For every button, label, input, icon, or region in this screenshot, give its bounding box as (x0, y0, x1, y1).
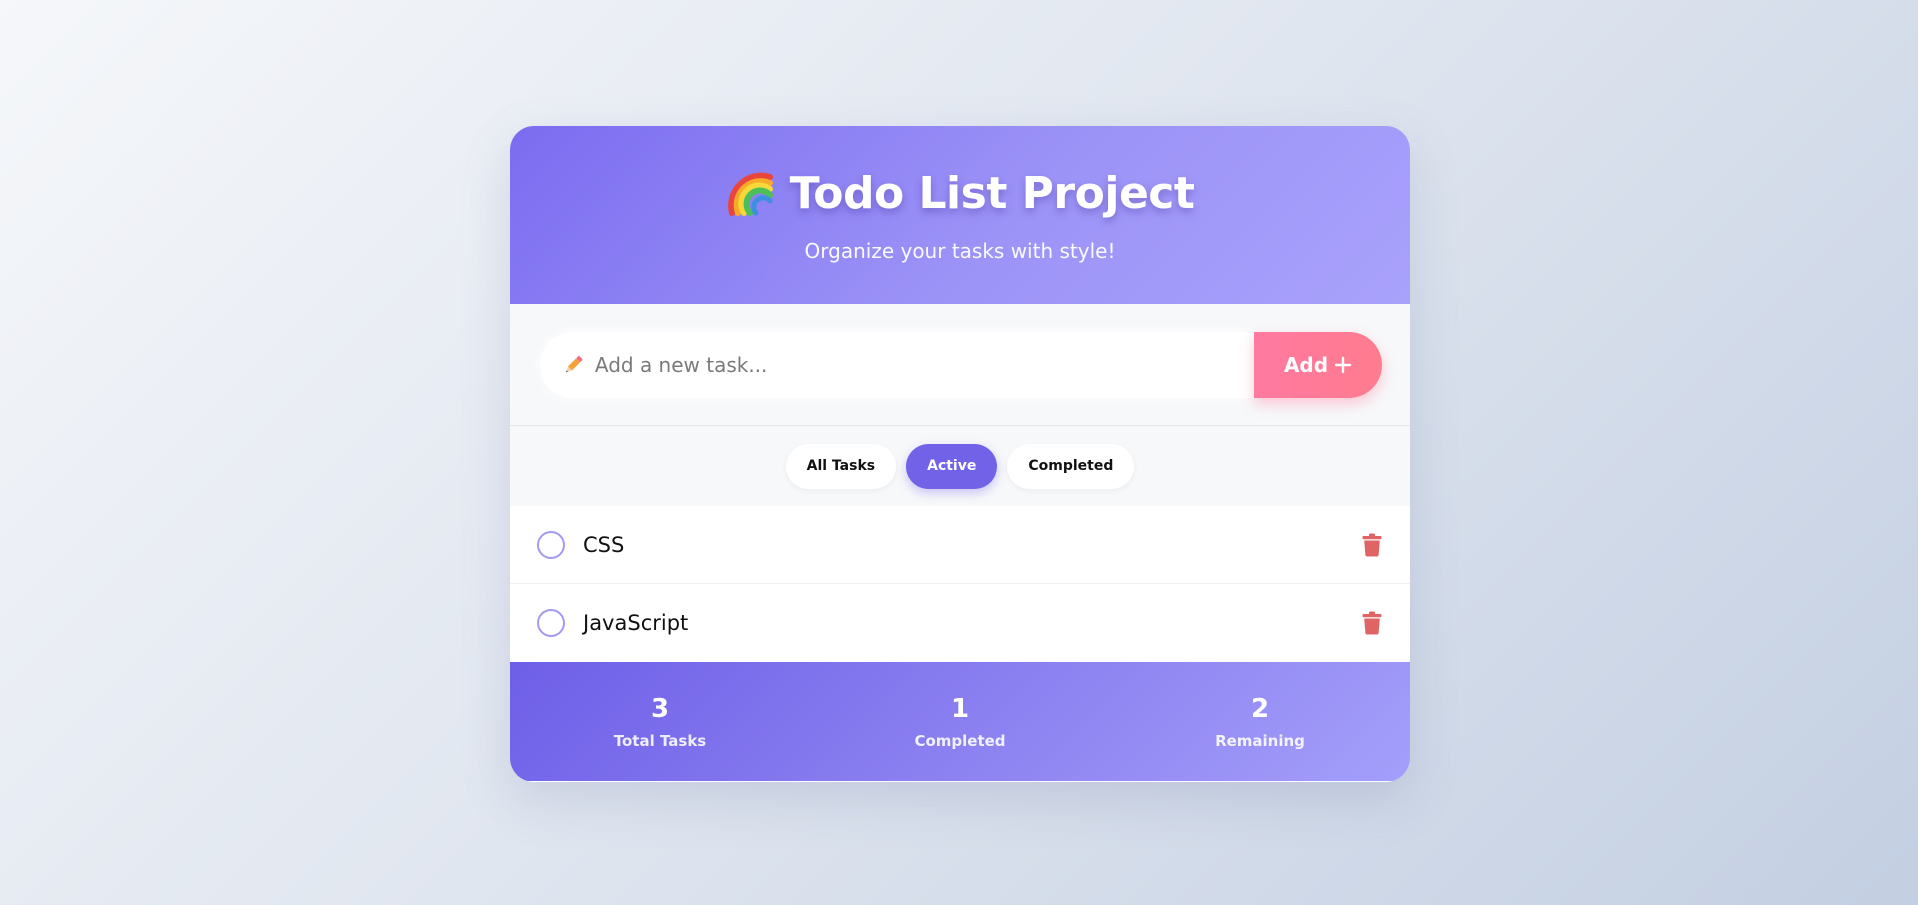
add-button-label: Add (1283, 352, 1329, 377)
stat-label: Remaining (1215, 731, 1305, 750)
title-row: Todo List Project (510, 168, 1410, 219)
app-header: Todo List Project Organize your tasks wi… (510, 126, 1410, 304)
stats-footer: 3 Total Tasks 1 Completed 2 Remaining (510, 662, 1410, 781)
filter-active[interactable]: Active (906, 443, 998, 489)
trash-icon[interactable] (1362, 611, 1382, 635)
stat-value: 1 (950, 693, 970, 724)
new-task-input[interactable] (594, 352, 1254, 377)
page-title: Todo List Project (789, 168, 1195, 219)
todo-card: Todo List Project Organize your tasks wi… (510, 126, 1410, 782)
page-subtitle: Organize your tasks with style! (804, 239, 1116, 263)
task-list: CSS JavaScript (510, 506, 1410, 662)
task-text: CSS (583, 532, 625, 557)
task-row: CSS (510, 506, 1410, 584)
trash-icon[interactable] (1362, 533, 1382, 557)
rainbow-icon (727, 172, 773, 216)
add-task-button[interactable]: Add (1254, 331, 1382, 398)
stat-value: 3 (650, 693, 670, 724)
pencil-icon (566, 355, 583, 372)
stat-label: Completed (914, 731, 1006, 750)
stat-remaining: 2 Remaining (1110, 694, 1410, 750)
add-task-bar: Add (510, 304, 1410, 426)
task-input-wrapper (540, 331, 1254, 398)
task-row: JavaScript (510, 584, 1410, 662)
task-checkbox[interactable] (537, 530, 565, 559)
stat-label: Total Tasks (613, 731, 707, 750)
stat-total-tasks: 3 Total Tasks (510, 694, 810, 750)
filter-bar: All Tasks Active Completed (510, 426, 1410, 506)
filter-completed[interactable]: Completed (1007, 443, 1135, 489)
stat-completed: 1 Completed (810, 694, 1110, 750)
filter-all-tasks[interactable]: All Tasks (785, 443, 897, 489)
plus-icon (1334, 356, 1352, 373)
stat-value: 2 (1250, 693, 1270, 724)
task-text: JavaScript (583, 611, 689, 635)
task-checkbox[interactable] (537, 609, 565, 637)
